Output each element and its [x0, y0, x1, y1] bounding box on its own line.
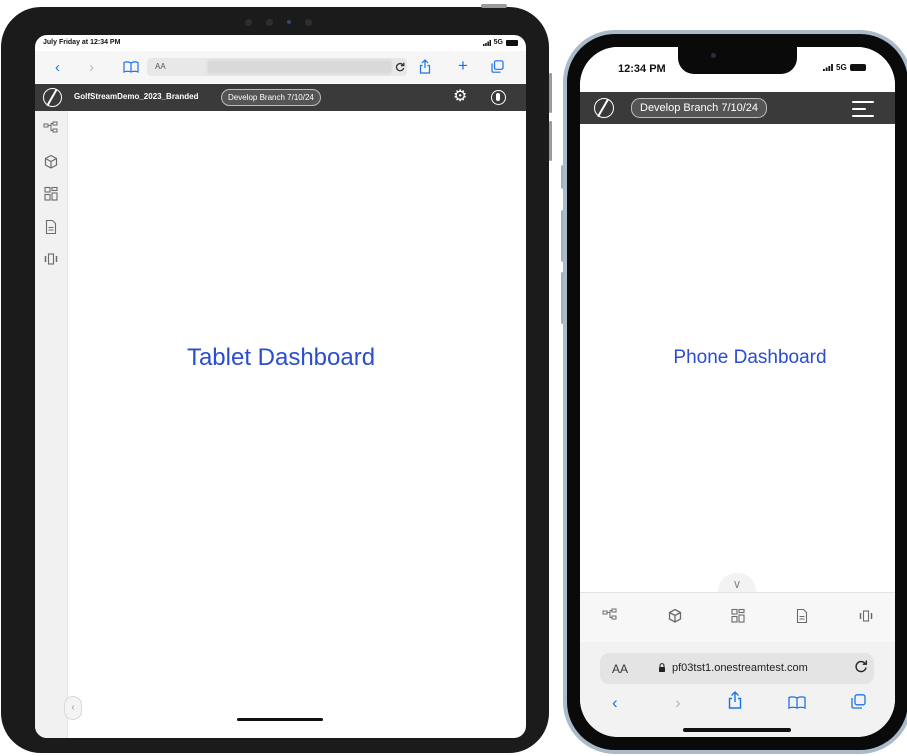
model-icon[interactable]: [41, 121, 61, 137]
blurred-url: [207, 60, 392, 74]
application-title: GolfStreamDemo_2023_Branded: [74, 92, 199, 101]
battery-icon: [506, 39, 518, 46]
text-size-button[interactable]: AA: [155, 62, 166, 71]
share-icon[interactable]: [419, 59, 431, 74]
tablet-volume-down-button: [549, 121, 552, 161]
battery-icon: [849, 64, 866, 71]
phone-device: 12:34 PM 5G Develop Branch 7/10/24 Phone…: [563, 30, 907, 754]
phone-network-label: 5G: [836, 63, 847, 72]
tablet-screen: July Friday at 12:34 PM 5G ‹ › AA + Golf…: [35, 35, 526, 738]
user-profile-icon[interactable]: [491, 90, 506, 105]
gear-icon[interactable]: ⚙: [453, 87, 467, 107]
onestream-logo-icon[interactable]: [594, 98, 614, 118]
phone-app-bar: Develop Branch 7/10/24: [580, 92, 895, 124]
tablet-device: July Friday at 12:34 PM 5G ‹ › AA + Golf…: [1, 4, 552, 753]
new-tab-icon[interactable]: +: [458, 57, 468, 74]
phone-browser-toolbar: AA pf03tst1.onestreamtest.com ‹ ›: [580, 642, 895, 737]
cube-icon[interactable]: [41, 154, 61, 170]
tablet-dashboard-label: Tablet Dashboard: [186, 344, 376, 371]
share-icon[interactable]: [728, 691, 742, 709]
carousel-icon[interactable]: [41, 251, 61, 267]
tablet-status-time: July Friday at 12:34 PM: [43, 39, 121, 46]
phone-network-status: 5G: [823, 63, 866, 72]
reload-icon[interactable]: [395, 62, 405, 72]
bookmarks-icon[interactable]: [788, 696, 806, 709]
tablet-network-label: 5G: [493, 39, 503, 46]
tablet-address-bar[interactable]: AA: [147, 58, 407, 76]
hamburger-menu-icon[interactable]: [852, 101, 874, 117]
back-icon[interactable]: ‹: [55, 60, 60, 75]
phone-dashboard-label: Phone Dashboard: [673, 347, 827, 368]
bookmarks-icon[interactable]: [123, 61, 139, 73]
reload-icon[interactable]: [854, 659, 868, 673]
phone-status-time: 12:34 PM: [618, 63, 666, 75]
document-icon[interactable]: [792, 607, 812, 625]
tablet-home-indicator: [237, 718, 323, 721]
tablet-volume-up-button: [549, 73, 552, 113]
forward-icon[interactable]: ›: [675, 694, 681, 712]
back-icon[interactable]: ‹: [612, 694, 618, 712]
forward-icon[interactable]: ›: [89, 60, 94, 75]
tablet-sidebar: [35, 111, 68, 738]
dashboard-grid-icon[interactable]: [728, 607, 748, 625]
tabs-icon[interactable]: [851, 694, 866, 709]
model-icon[interactable]: [600, 607, 620, 625]
dashboard-grid-icon[interactable]: [41, 186, 61, 202]
tablet-browser-toolbar: ‹ › AA +: [35, 51, 526, 83]
phone-screen: 12:34 PM 5G Develop Branch 7/10/24 Phone…: [580, 47, 895, 737]
signal-icon: [482, 39, 491, 46]
tabs-icon[interactable]: [491, 60, 504, 73]
signal-icon: [823, 64, 833, 71]
document-icon[interactable]: [41, 219, 61, 235]
url-domain: pf03tst1.onestreamtest.com: [672, 662, 808, 674]
phone-bezel: 12:34 PM 5G Develop Branch 7/10/24 Phone…: [567, 34, 907, 750]
text-size-button[interactable]: AA: [612, 662, 628, 676]
sidebar-collapse-button[interactable]: ‹: [64, 696, 82, 720]
phone-address-bar[interactable]: AA pf03tst1.onestreamtest.com: [600, 653, 874, 684]
phone-home-indicator: [683, 728, 791, 732]
phone-tab-bar: [580, 592, 895, 642]
carousel-icon[interactable]: [856, 607, 876, 625]
tablet-camera-array: [230, 16, 326, 28]
tablet-status-bar: July Friday at 12:34 PM 5G: [35, 35, 526, 50]
tablet-app-bar: GolfStreamDemo_2023_Branded Develop Bran…: [35, 84, 526, 111]
branch-badge[interactable]: Develop Branch 7/10/24: [631, 98, 768, 118]
onestream-logo-icon[interactable]: [43, 88, 62, 107]
tablet-top-button: [481, 4, 507, 8]
branch-badge[interactable]: Develop Branch 7/10/24: [221, 89, 321, 106]
lock-icon: [659, 663, 665, 672]
phone-notch: [678, 47, 797, 74]
cube-icon[interactable]: [665, 607, 685, 625]
